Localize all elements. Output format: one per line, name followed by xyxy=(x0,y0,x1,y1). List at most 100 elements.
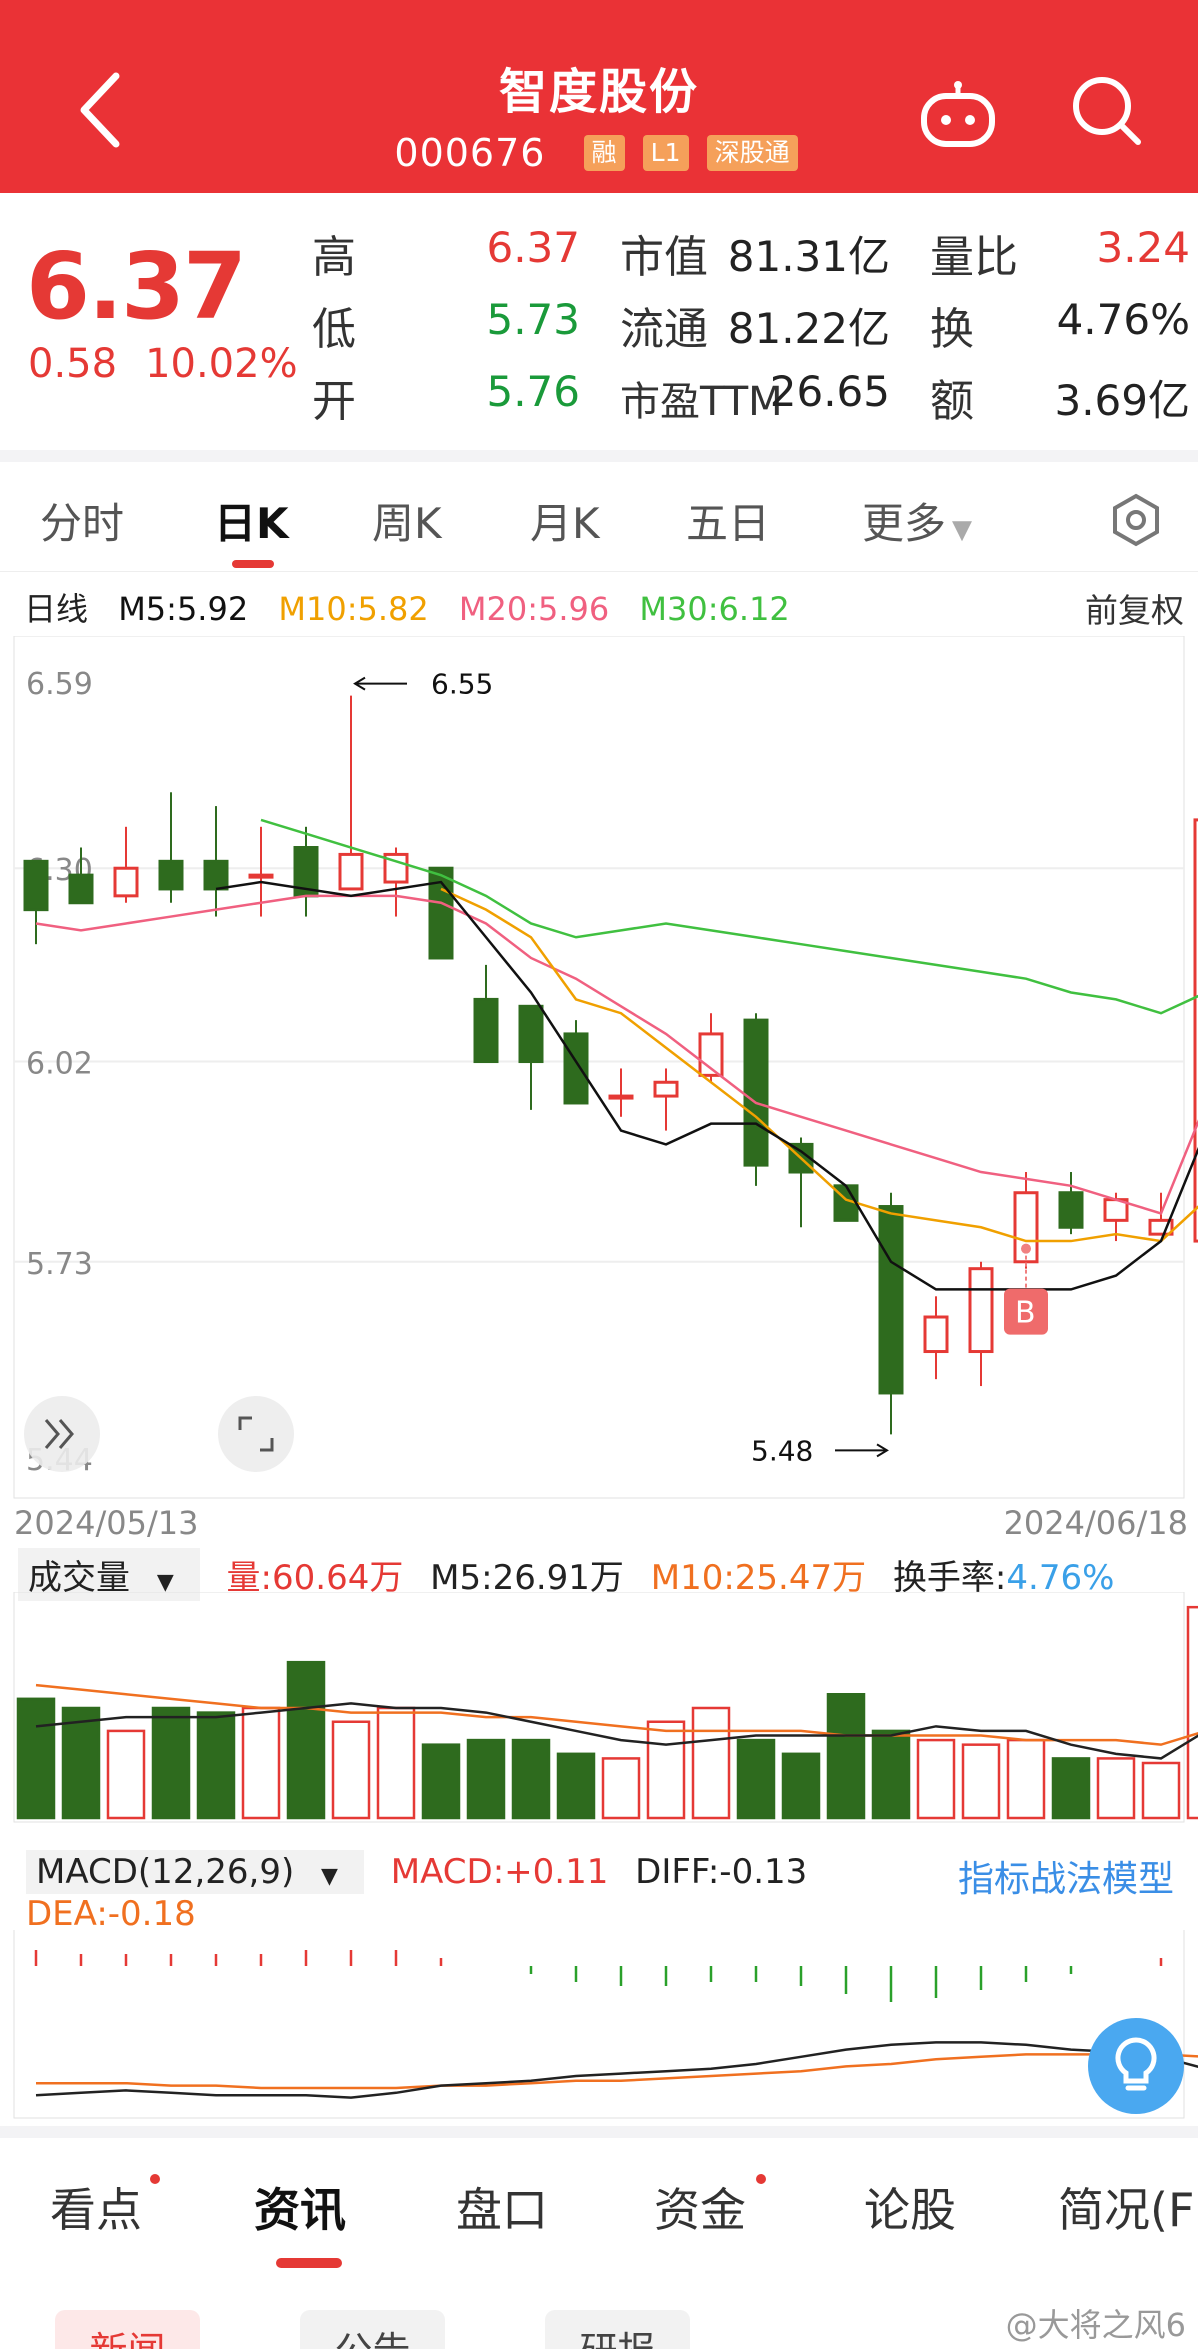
ma20-value: M20:5.96 xyxy=(458,590,610,628)
diff-value: DIFF:-0.13 xyxy=(635,1852,808,1892)
tab-monthly-k[interactable]: 月K xyxy=(530,490,600,551)
tab-intraday[interactable]: 分时 xyxy=(40,490,124,551)
volume-bar xyxy=(16,1697,56,1820)
lightbulb-button[interactable] xyxy=(1088,2018,1184,2114)
low-value: 5.73 xyxy=(486,295,580,344)
stock-name: 智度股份 xyxy=(498,64,699,120)
turnover-value: 4.76% xyxy=(1056,295,1190,344)
app-header: 智度股份 000676 融 L1 深股通 xyxy=(0,0,1198,193)
search-icon[interactable] xyxy=(1068,72,1144,148)
candle xyxy=(473,997,499,1064)
tab-weekly-k[interactable]: 周K xyxy=(372,490,442,551)
ma30-value: M30:6.12 xyxy=(639,590,790,628)
volume-bar xyxy=(601,1757,641,1820)
y-tick-label: 6.02 xyxy=(26,1047,93,1082)
tab-orderbook[interactable]: 盘口 xyxy=(456,2174,548,2240)
y-tick-label: 6.59 xyxy=(26,667,93,702)
lightbulb-icon xyxy=(1115,2037,1157,2091)
amount-value: 3.69亿 xyxy=(1054,376,1190,425)
candle xyxy=(23,859,49,912)
tab-daily-k[interactable]: 日K xyxy=(214,490,289,551)
volume-bar xyxy=(961,1743,1001,1820)
candle xyxy=(1058,1191,1084,1229)
volume-bar xyxy=(286,1660,326,1820)
volume-bar xyxy=(916,1738,956,1820)
tab-highlights[interactable]: 看点 xyxy=(50,2174,142,2240)
tab-discussion[interactable]: 论股 xyxy=(864,2174,956,2240)
volume-bar xyxy=(106,1729,146,1820)
diff-line xyxy=(35,2041,1198,2099)
macd-legend: MACD(12,26,9) ▼ MACD:+0.11 DIFF:-0.13 xyxy=(26,1850,823,1894)
change-percent: 10.02% xyxy=(145,341,298,387)
pe-label: 市盈TTM xyxy=(620,379,783,425)
volume-bar xyxy=(511,1738,551,1820)
daily-label: 日线 xyxy=(24,590,89,628)
unread-dot xyxy=(150,2174,160,2184)
divider xyxy=(0,450,1198,462)
y-tick-label: 5.73 xyxy=(26,1247,93,1282)
ma20-line xyxy=(35,894,1198,1215)
volume-bar xyxy=(151,1706,191,1820)
candle xyxy=(968,1267,994,1354)
dea-value: DEA:-0.18 xyxy=(26,1894,196,1934)
volume-bar xyxy=(826,1693,866,1820)
ma-legend: 日线 M5:5.92 M10:5.82 M20:5.96 M30:6.12 xyxy=(24,584,810,630)
fullscreen-button xyxy=(218,1396,294,1472)
period-tabs: 分时 日K 周K 月K 五日 更多 ▼ xyxy=(0,462,1198,572)
macd-value: MACD:+0.11 xyxy=(390,1852,609,1892)
candlestick-chart[interactable]: 6.596.306.025.735.446.555.48B xyxy=(0,636,1198,1500)
mktcap-value: 81.31亿 xyxy=(727,232,890,281)
active-tab-indicator xyxy=(276,2258,342,2268)
volume-chart xyxy=(13,1592,1198,1823)
chip-announcements[interactable]: 公告 xyxy=(300,2310,445,2349)
tab-more[interactable]: 更多 ▼ xyxy=(862,490,972,551)
chip-news[interactable]: 新闻 xyxy=(55,2310,200,2349)
settings-hexagon-icon[interactable] xyxy=(1108,492,1164,548)
turnover-label: 换 xyxy=(930,304,974,355)
macd-indicator-select[interactable]: MACD(12,26,9) ▼ xyxy=(26,1850,364,1894)
high-value: 6.37 xyxy=(486,223,580,272)
float-label: 流通 xyxy=(620,304,708,355)
candle xyxy=(68,873,94,905)
quote-panel: 6.37 0.58 10.02% 高 低 开 6.37 5.73 5.76 市值 … xyxy=(0,193,1198,448)
watermark: @大将之风6 xyxy=(1005,2306,1186,2344)
chart-frame xyxy=(13,636,1185,1499)
stock-code: 000676 xyxy=(394,130,546,175)
volume-bar xyxy=(61,1706,101,1820)
dropdown-triangle-icon: ▼ xyxy=(321,1864,338,1889)
chip-research[interactable]: 研报 xyxy=(545,2310,690,2349)
robot-assistant-icon[interactable] xyxy=(918,80,998,150)
volume-bar xyxy=(556,1752,596,1820)
open-value: 5.76 xyxy=(486,367,580,416)
candle xyxy=(743,1018,769,1167)
candle xyxy=(653,1080,679,1098)
last-price: 6.37 xyxy=(26,233,247,340)
volume-bar xyxy=(1141,1761,1181,1820)
ma10-line xyxy=(440,887,1198,1243)
adjust-selector[interactable]: 前复权 xyxy=(1085,584,1184,632)
stock-code-row: 000676 融 L1 深股通 xyxy=(0,128,1198,175)
tab-profile[interactable]: 简况(F xyxy=(1058,2174,1194,2240)
open-label: 开 xyxy=(312,376,356,427)
change-value: 0.58 xyxy=(28,341,118,387)
tab-news[interactable]: 资讯 xyxy=(254,2174,346,2240)
candle xyxy=(608,1094,634,1100)
macd-frame xyxy=(13,1930,1185,2119)
active-tab-indicator xyxy=(232,560,274,568)
volume-bar xyxy=(646,1720,686,1820)
volume-bar xyxy=(421,1743,461,1820)
tag-connect: 深股通 xyxy=(706,134,798,171)
volratio-value: 3.24 xyxy=(1096,223,1190,272)
dropdown-triangle-icon: ▼ xyxy=(952,515,973,545)
candle xyxy=(563,1032,589,1105)
tab-capital-flow[interactable]: 资金 xyxy=(654,2174,746,2240)
price-change: 0.58 10.02% xyxy=(28,341,326,387)
tab-five-day[interactable]: 五日 xyxy=(686,490,770,551)
start-date: 2024/05/13 xyxy=(14,1504,199,1542)
volume-bar xyxy=(331,1720,371,1820)
candle xyxy=(878,1205,904,1395)
indicator-strategy-link[interactable]: 指标战法模型 xyxy=(958,1850,1174,1902)
candle xyxy=(923,1315,949,1354)
volume-bar xyxy=(376,1706,416,1820)
high-label: 高 xyxy=(312,232,356,283)
